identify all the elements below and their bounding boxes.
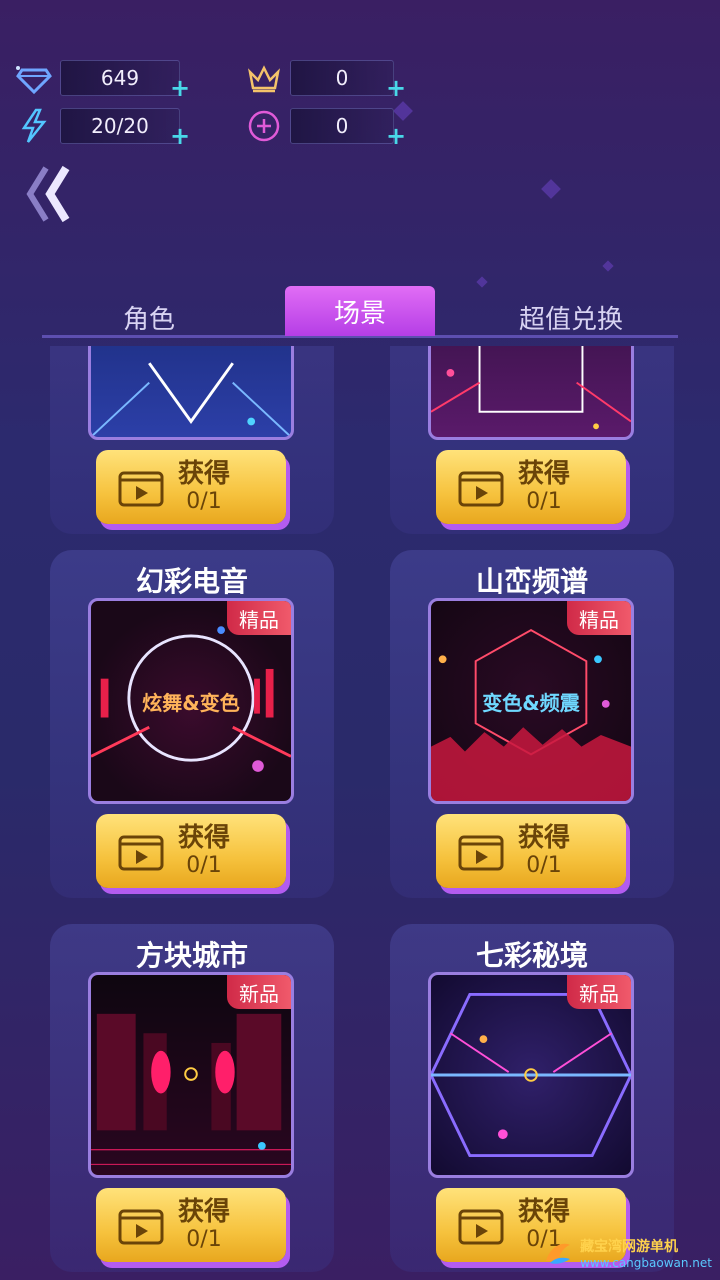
video-play-icon bbox=[458, 471, 504, 507]
sparkle-decoration bbox=[541, 179, 561, 199]
obtain-progress: 0/1 bbox=[526, 853, 562, 878]
video-play-icon bbox=[118, 835, 164, 871]
crown-value: 0 bbox=[290, 60, 394, 96]
double-chevron-left-icon bbox=[26, 165, 70, 223]
obtain-button[interactable]: 获得 0/1 bbox=[96, 1188, 286, 1262]
crown-icon bbox=[244, 60, 284, 96]
feature-caption: 炫舞&变色 bbox=[142, 691, 240, 715]
energy-counter: 20/20 + bbox=[14, 108, 194, 148]
card-title: 幻彩电音 bbox=[135, 565, 248, 598]
obtain-button[interactable]: 获得 0/1 bbox=[436, 814, 626, 888]
scene-card[interactable]: 方块城市 新品 获得 0/1 bbox=[50, 924, 334, 1272]
obtain-progress: 0/1 bbox=[186, 489, 222, 514]
scene-thumbnail: 变色&频震 精品 bbox=[428, 598, 634, 804]
obtain-label: 获得 bbox=[178, 823, 231, 853]
diamond-icon bbox=[14, 60, 54, 96]
add-gems-button[interactable]: + bbox=[170, 76, 190, 100]
video-play-icon bbox=[118, 471, 164, 507]
tab-character[interactable]: 角色 bbox=[74, 296, 224, 338]
gem-counter: 649 + bbox=[14, 60, 194, 100]
add-coin-button[interactable]: + bbox=[386, 124, 406, 148]
gem-value: 649 bbox=[60, 60, 180, 96]
scene-card[interactable]: 获得 0/1 bbox=[390, 346, 674, 534]
scene-card[interactable]: 获得 0/1 bbox=[50, 346, 334, 534]
obtain-progress: 0/1 bbox=[526, 489, 562, 514]
plus-circle-icon bbox=[244, 108, 284, 144]
video-play-icon bbox=[458, 835, 504, 871]
back-button[interactable] bbox=[22, 162, 82, 226]
obtain-label: 获得 bbox=[518, 1197, 571, 1227]
obtain-label: 获得 bbox=[518, 459, 571, 489]
scene-card[interactable]: 七彩秘境 新品 获得 0/1 bbox=[390, 924, 674, 1272]
scene-card[interactable]: 山峦频谱 变色&频震 精品 获得 0/1 bbox=[390, 550, 674, 898]
card-title: 方块城市 bbox=[135, 939, 248, 972]
watermark-cn: 藏宝湾网游单机 bbox=[580, 1239, 679, 1255]
tab-exchange[interactable]: 超值兑换 bbox=[496, 296, 646, 338]
obtain-button[interactable]: 获得 0/1 bbox=[436, 450, 626, 524]
scene-thumbnail: 新品 bbox=[428, 972, 634, 1178]
new-badge: 新品 bbox=[567, 975, 631, 1009]
video-play-icon bbox=[458, 1209, 504, 1245]
crown-counter: 0 + bbox=[244, 60, 424, 100]
add-crown-button[interactable]: + bbox=[386, 76, 406, 100]
scene-card[interactable]: 幻彩电音 炫舞&变色 精品 获得 0/1 bbox=[50, 550, 334, 898]
obtain-button[interactable]: 获得 0/1 bbox=[96, 814, 286, 888]
watermark: 藏宝湾网游单机 www.cangbaowan.net bbox=[542, 1236, 712, 1270]
premium-badge: 精品 bbox=[227, 601, 291, 635]
scene-thumbnail bbox=[428, 346, 634, 440]
obtain-label: 获得 bbox=[178, 459, 231, 489]
watermark-url: www.cangbaowan.net bbox=[580, 1256, 712, 1270]
video-play-icon bbox=[118, 1209, 164, 1245]
scene-thumbnail: 新品 bbox=[88, 972, 294, 1178]
coin-counter: 0 + bbox=[244, 108, 424, 148]
feature-caption: 变色&频震 bbox=[482, 691, 580, 715]
add-energy-button[interactable]: + bbox=[170, 124, 190, 148]
scene-thumbnail bbox=[88, 346, 294, 440]
new-badge: 新品 bbox=[227, 975, 291, 1009]
scene-thumbnail: 炫舞&变色 精品 bbox=[88, 598, 294, 804]
obtain-label: 获得 bbox=[518, 823, 571, 853]
obtain-progress: 0/1 bbox=[186, 853, 222, 878]
obtain-progress: 0/1 bbox=[186, 1227, 222, 1252]
sparkle-decoration bbox=[602, 260, 614, 272]
obtain-label: 获得 bbox=[178, 1197, 231, 1227]
energy-value: 20/20 bbox=[60, 108, 180, 144]
card-title: 山峦频谱 bbox=[475, 565, 588, 598]
scene-grid: 获得 0/1 获得 0/1 幻彩电音 炫舞&变色 精品 获得 0/1 山峦频谱 … bbox=[0, 346, 720, 1280]
tab-bar: 角色 场景 超值兑换 bbox=[42, 286, 678, 338]
obtain-button[interactable]: 获得 0/1 bbox=[96, 450, 286, 524]
card-title: 七彩秘境 bbox=[475, 939, 588, 972]
coin-value: 0 bbox=[290, 108, 394, 144]
lightning-icon bbox=[14, 108, 54, 144]
tab-scene[interactable]: 场景 bbox=[285, 286, 435, 336]
watermark-logo-icon bbox=[546, 1243, 571, 1264]
premium-badge: 精品 bbox=[567, 601, 631, 635]
